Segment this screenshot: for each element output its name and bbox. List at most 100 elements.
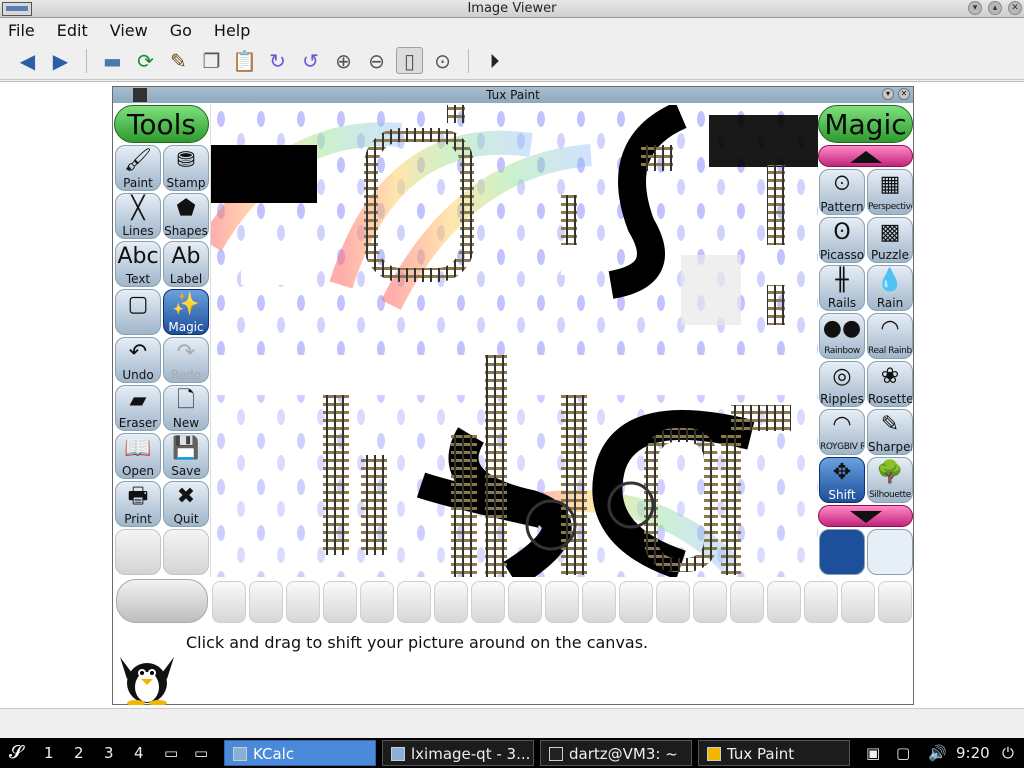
task-terminal-label: dartz@VM3: ~: [569, 745, 678, 763]
tool-open-button: 📖 Open: [115, 433, 161, 479]
show-desktop-icon[interactable]: ▭: [186, 738, 216, 768]
tool-shift-button: ✥ Shift: [819, 457, 865, 503]
tip-area: Click and drag to shift your picture aro…: [114, 625, 913, 705]
tools-header: Tools: [114, 105, 209, 143]
shapes-icon: ⬟: [176, 196, 196, 221]
sharpen-icon: ✎: [880, 412, 900, 437]
zoom-in-icon[interactable]: ⊕: [330, 47, 357, 74]
perspective-icon: ▦: [879, 172, 901, 197]
tool-blank-button: ▢: [115, 289, 161, 335]
zoom-out-icon[interactable]: ⊖: [363, 47, 390, 74]
paint-icon: 🖌: [124, 148, 152, 173]
minimize-icon[interactable]: ▾: [968, 1, 982, 15]
magic-header: Magic: [818, 105, 913, 143]
logout-icon[interactable]: ⏻: [994, 738, 1022, 768]
empty-tool-slot: [163, 529, 209, 575]
tool-label: Redo: [170, 368, 202, 382]
tool-label: Label: [169, 272, 203, 286]
reload-icon[interactable]: ⟳: [132, 47, 159, 74]
menu-help[interactable]: Help: [212, 21, 252, 40]
tool-save-button: 💾 Save: [163, 433, 209, 479]
paste-icon[interactable]: 📋: [231, 47, 258, 74]
color-swatch: [434, 581, 468, 623]
color-swatch: [212, 581, 246, 623]
start-menu-icon[interactable]: 𝓢: [4, 742, 28, 764]
maximize-icon[interactable]: ▴: [988, 1, 1002, 15]
file-manager-icon[interactable]: ▭: [156, 738, 186, 768]
tool-shapes-button: ⬟ Shapes: [163, 193, 209, 239]
clipboard-icon[interactable]: ▢: [888, 738, 918, 768]
tool-label: Real Rainbow: [868, 346, 912, 356]
task-tuxpaint[interactable]: Tux Paint: [698, 740, 850, 766]
color-swatch: [582, 581, 616, 623]
tuxpaint-image: Tux Paint ▾ ✕ Tools Magic Click and drag…: [112, 86, 914, 705]
shift-icon: ✥: [832, 460, 852, 485]
tool-label: Silhouette: [869, 490, 911, 500]
color-swatch: [767, 581, 801, 623]
open-folder-icon[interactable]: ▬: [99, 47, 126, 74]
tool-text-button: Abc Text: [115, 241, 161, 287]
tool-rain-button: 💧 Rain: [867, 265, 913, 311]
window-titlebar[interactable]: Image Viewer ▾ ▴ ✕: [0, 0, 1024, 18]
new-icon: 🗋: [177, 388, 195, 413]
undo-icon: ↶: [128, 340, 148, 365]
task-terminal[interactable]: dartz@VM3: ~: [540, 740, 692, 766]
network-icon[interactable]: ▣: [858, 738, 888, 768]
tool-label: Rails: [827, 296, 857, 310]
clock[interactable]: 9:20: [948, 738, 998, 768]
tool-silhouette-button: 🌳 Silhouette: [867, 457, 913, 503]
menu-edit[interactable]: Edit: [55, 21, 90, 40]
desktop-3-button[interactable]: 3: [96, 738, 122, 768]
color-swatch: [249, 581, 283, 623]
open-icon: 📖: [124, 436, 152, 461]
menu-file[interactable]: File: [6, 21, 37, 40]
back-icon[interactable]: ◀: [14, 47, 41, 74]
task-tuxpaint-label: Tux Paint: [727, 745, 795, 763]
desktop-1-button[interactable]: 1: [36, 738, 62, 768]
rotate-ccw-icon[interactable]: ↺: [297, 47, 324, 74]
desktop-2-button[interactable]: 2: [66, 738, 92, 768]
quit-icon: ✖: [176, 484, 196, 509]
tool-perspective-button: ▦ Perspective: [867, 169, 913, 215]
rainbow-icon: ●●: [822, 316, 862, 341]
tool-label: Text: [125, 272, 151, 286]
menubar: File Edit View Go Help: [0, 18, 1024, 42]
toolbar: ◀ ▶ ▬ ⟳ ✎ ❐ 📋 ↻ ↺ ⊕ ⊖ ▯ ⊙ ⏵: [0, 42, 1024, 80]
tool-label: Shift: [828, 488, 856, 502]
task-lximage-label: lximage-qt - 3...: [411, 745, 531, 763]
puzzle-icon: ▩: [879, 220, 901, 245]
task-kcalc[interactable]: KCalc: [224, 740, 376, 766]
tool-label: Quit: [173, 512, 199, 526]
color-swatch: [619, 581, 653, 623]
menu-view[interactable]: View: [108, 21, 150, 40]
tool-label: Stamp: [166, 176, 206, 190]
label-icon: Ab: [171, 244, 201, 269]
color-swatch: [545, 581, 579, 623]
tuxpaint-icon: [707, 747, 721, 761]
fit-icon[interactable]: ▯: [396, 47, 423, 74]
tool-label: Rainbow: [824, 346, 860, 356]
slideshow-icon[interactable]: ⏵: [481, 47, 508, 74]
tip-text: Click and drag to shift your picture aro…: [186, 633, 649, 652]
rails-icon: ╫: [835, 268, 849, 293]
tool-label: Shapes: [164, 224, 208, 238]
tool-print-button: 🖶 Print: [115, 481, 161, 527]
tool-quit-button: ✖ Quit: [163, 481, 209, 527]
text-icon: Abc: [117, 244, 159, 269]
window-menu-icon[interactable]: [2, 2, 32, 16]
tool-magic-button: ✨ Magic: [163, 289, 209, 335]
eraser-icon: ▰: [129, 388, 147, 413]
copy-icon[interactable]: ❐: [198, 47, 225, 74]
shift-option-icon: [819, 529, 865, 575]
original-size-icon[interactable]: ⊙: [429, 47, 456, 74]
tool-label: Perspective: [868, 202, 912, 212]
forward-icon[interactable]: ▶: [47, 47, 74, 74]
close-icon[interactable]: ✕: [1008, 1, 1022, 15]
task-lximage[interactable]: lximage-qt - 3...: [382, 740, 534, 766]
task-kcalc-label: KCalc: [253, 745, 295, 763]
desktop-4-button[interactable]: 4: [126, 738, 152, 768]
calculator-icon: [233, 747, 247, 761]
edit-icon[interactable]: ✎: [165, 47, 192, 74]
menu-go[interactable]: Go: [168, 21, 194, 40]
rotate-cw-icon[interactable]: ↻: [264, 47, 291, 74]
